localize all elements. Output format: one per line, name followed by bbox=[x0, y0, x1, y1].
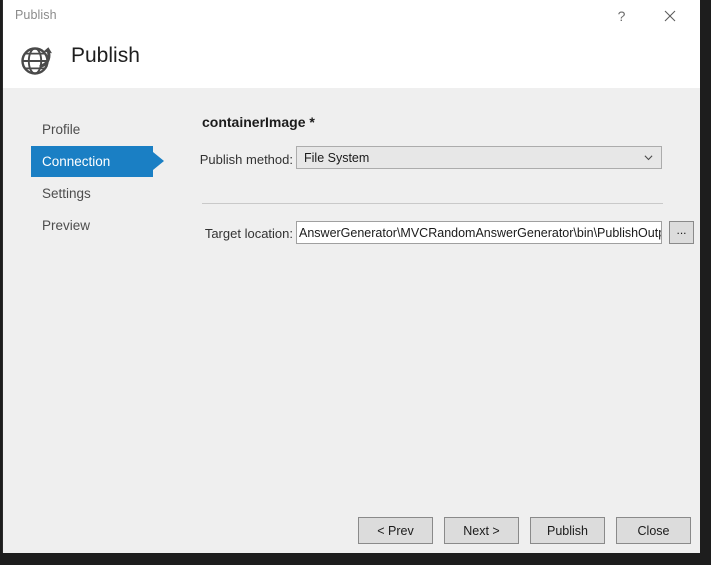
sidebar: Profile Connection Settings Preview bbox=[3, 88, 168, 493]
target-location-input[interactable]: AnswerGenerator\MVCRandomAnswerGenerator… bbox=[296, 221, 662, 244]
chevron-down-icon bbox=[644, 153, 653, 162]
target-location-value: AnswerGenerator\MVCRandomAnswerGenerator… bbox=[299, 226, 662, 240]
sidebar-item-label: Connection bbox=[42, 154, 110, 169]
close-button-label: Close bbox=[638, 524, 670, 538]
sidebar-item-profile[interactable]: Profile bbox=[31, 114, 153, 145]
window-frame-bottom bbox=[0, 553, 711, 565]
globe-publish-icon bbox=[19, 42, 55, 78]
sidebar-item-settings[interactable]: Settings bbox=[31, 178, 153, 209]
question-mark-icon: ? bbox=[618, 8, 626, 24]
section-title: containerImage * bbox=[202, 114, 315, 130]
window-title: Publish bbox=[15, 8, 57, 22]
selection-arrow-icon bbox=[153, 152, 164, 170]
sidebar-item-label: Settings bbox=[42, 186, 91, 201]
sidebar-item-label: Profile bbox=[42, 122, 80, 137]
close-icon bbox=[664, 10, 676, 22]
ellipsis-icon: ... bbox=[676, 223, 686, 237]
next-button-label: Next > bbox=[463, 524, 499, 538]
next-button[interactable]: Next > bbox=[444, 517, 519, 544]
prev-button[interactable]: < Prev bbox=[358, 517, 433, 544]
close-window-button[interactable] bbox=[647, 0, 692, 31]
sidebar-item-preview[interactable]: Preview bbox=[31, 210, 153, 241]
publish-button-label: Publish bbox=[547, 524, 588, 538]
prev-button-label: < Prev bbox=[377, 524, 413, 538]
main-content: containerImage * Publish method: File Sy… bbox=[168, 88, 700, 493]
title-bar: Publish ? bbox=[3, 0, 700, 33]
sidebar-item-connection[interactable]: Connection bbox=[31, 146, 153, 177]
dialog-header: Publish bbox=[3, 32, 700, 88]
publish-button[interactable]: Publish bbox=[530, 517, 605, 544]
section-divider bbox=[202, 203, 663, 204]
help-button[interactable]: ? bbox=[599, 0, 644, 31]
publish-method-value: File System bbox=[304, 151, 369, 165]
page-title: Publish bbox=[71, 44, 140, 68]
browse-target-location-button[interactable]: ... bbox=[669, 221, 694, 244]
publish-method-select[interactable]: File System bbox=[296, 146, 662, 169]
publish-dialog: Publish ? Publish Profil bbox=[2, 0, 700, 553]
sidebar-item-label: Preview bbox=[42, 218, 90, 233]
target-location-label: Target location: bbox=[168, 226, 293, 241]
publish-method-label: Publish method: bbox=[168, 152, 293, 167]
dialog-footer: < Prev Next > Publish Close bbox=[3, 493, 700, 553]
dialog-body: Profile Connection Settings Preview cont… bbox=[3, 88, 700, 493]
close-button[interactable]: Close bbox=[616, 517, 691, 544]
